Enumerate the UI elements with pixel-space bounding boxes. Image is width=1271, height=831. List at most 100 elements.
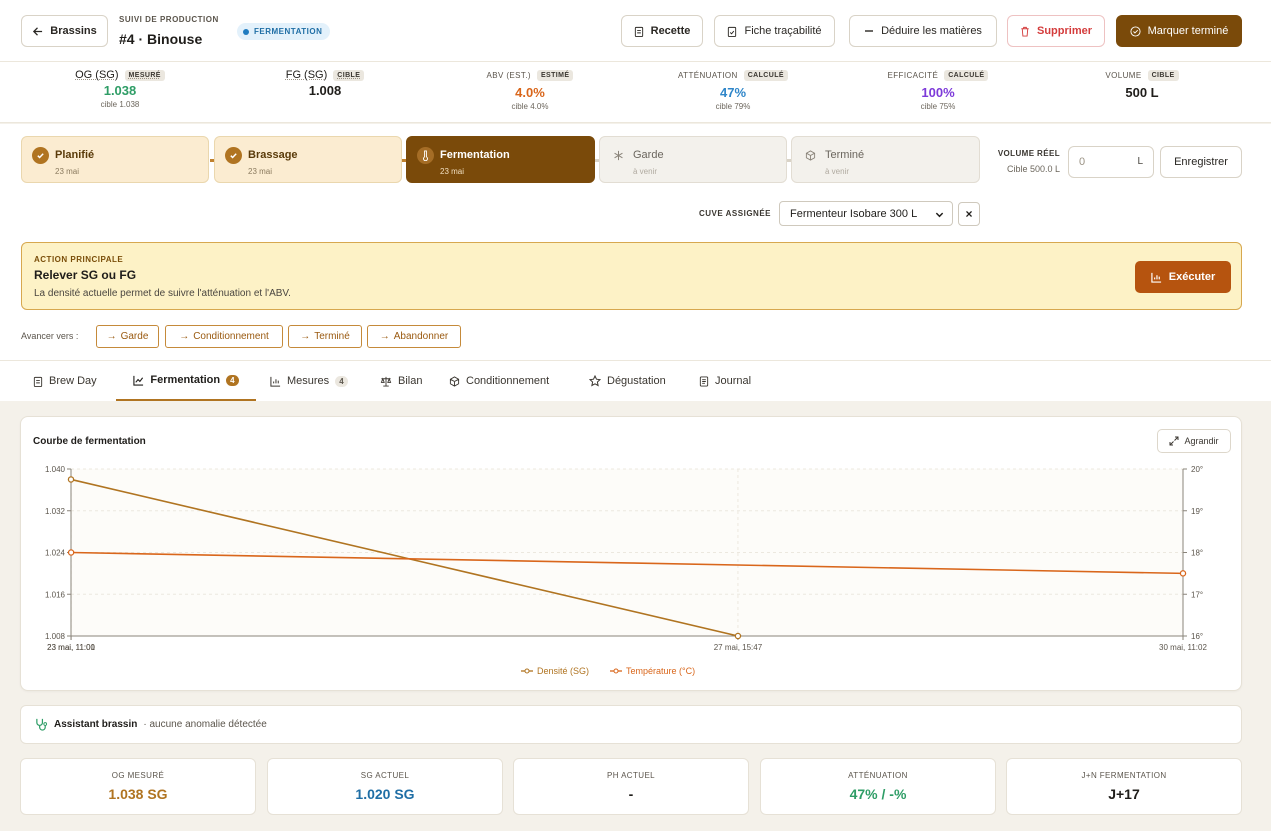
advance-garde-button[interactable]: → Garde — [96, 325, 159, 348]
tab-label: Dégustation — [607, 375, 666, 387]
tab-conditionnement[interactable]: Conditionnement — [449, 361, 549, 401]
step-label: Fermentation — [440, 149, 510, 161]
tab-brew-day[interactable]: Brew Day — [33, 361, 97, 401]
y2-tick-label: 18° — [1191, 549, 1203, 558]
step-label: Brassage — [248, 149, 298, 161]
step-date: à venir — [825, 167, 850, 176]
notebook-icon — [699, 375, 709, 387]
kpi-value: 1.020 SG — [355, 786, 415, 802]
advance-target-label: Garde — [120, 331, 149, 342]
action-description: La densité actuelle permet de suivre l'a… — [34, 288, 291, 299]
back-button[interactable]: Brassins — [21, 15, 108, 47]
arrow-right-icon: → — [379, 331, 390, 342]
tab-bar: Brew Day Fermentation 4 Mesures 4 Bilan Co… — [0, 360, 1271, 401]
step-label: Garde — [633, 149, 664, 161]
tank-selected-value: Fermenteur Isobare 300 L — [790, 208, 918, 220]
recipe-label: Recette — [650, 25, 691, 37]
real-volume-input[interactable]: 0L — [1068, 146, 1154, 178]
tab-mesures[interactable]: Mesures 4 — [270, 361, 348, 401]
tab-bilan[interactable]: Bilan — [380, 361, 422, 401]
save-volume-label: Enregistrer — [1174, 156, 1228, 168]
advance-conditionnement-button[interactable]: → Conditionnement — [165, 325, 283, 348]
status-badge: FERMENTATION — [237, 23, 331, 40]
status-dot-icon — [243, 28, 249, 35]
kpi-attenuation: ATTÉNUATION 47% / -% — [760, 758, 996, 815]
y-tick-label: 1.016 — [45, 590, 66, 599]
mark-finished-button[interactable]: Marquer terminé — [1116, 15, 1242, 47]
arrow-left-icon — [33, 26, 43, 36]
real-volume-label: VOLUME RÉEL — [997, 149, 1060, 158]
package-icon — [449, 375, 460, 387]
stat-tag: ESTIMÉ — [536, 70, 574, 81]
tab-journal[interactable]: Journal — [699, 361, 751, 401]
save-volume-button[interactable]: Enregistrer — [1160, 146, 1242, 178]
stat-label: EFFICACITÉ CALCULÉ — [863, 70, 1013, 81]
tab-degustation[interactable]: Dégustation — [589, 361, 666, 401]
stat-target: cible 79% — [715, 102, 751, 111]
step-date: 23 mai — [55, 167, 80, 176]
scale-icon — [380, 376, 392, 387]
stat-label-text: FG (SG) — [285, 69, 328, 81]
page-title: #4 · Binouse — [119, 31, 203, 47]
data-point — [1179, 570, 1187, 577]
stat-tag: CIBLE — [333, 69, 365, 81]
stat-attenuation: ATTÉNUATION CALCULÉ 47% cible 79% — [658, 62, 808, 111]
delete-label: Supprimer — [1036, 25, 1092, 37]
data-point — [734, 632, 742, 640]
step-termine[interactable]: Terminé à venir — [791, 136, 980, 183]
tank-select[interactable]: Fermenteur Isobare 300 L — [779, 201, 953, 226]
x-tick-label: 30 mai, 11:02 — [1159, 643, 1207, 652]
kpi-label: J+N FERMENTATION — [1081, 771, 1167, 780]
stat-label-text: VOLUME — [1105, 71, 1142, 80]
top-bar: Brassins SUIVI DE PRODUCTION #4 · Binous… — [0, 0, 1271, 62]
y-tick-label: 1.040 — [45, 465, 66, 474]
kpi-value: - — [628, 786, 634, 802]
stat-target: cible 1.038 — [100, 100, 140, 109]
clipboard-check-icon — [728, 26, 737, 37]
action-title: Relever SG ou FG — [34, 268, 137, 282]
kpi-label: OG MESURÉ — [111, 771, 165, 780]
real-volume-target: Cible 500.0 L — [1006, 164, 1060, 174]
check-icon — [32, 147, 49, 164]
real-volume-unit: L — [1137, 156, 1143, 167]
recipe-button[interactable]: Recette — [621, 15, 703, 47]
traceability-button[interactable]: Fiche traçabilité — [714, 15, 835, 47]
deduct-label: Déduire les matières — [881, 25, 982, 37]
y-tick-label: 1.032 — [45, 507, 66, 516]
stat-tag: CALCULÉ — [944, 70, 989, 81]
step-garde[interactable]: Garde à venir — [599, 136, 787, 183]
clear-tank-button[interactable]: × — [958, 202, 980, 226]
y2-tick-label: 19° — [1191, 507, 1203, 516]
legend-marker — [524, 668, 530, 674]
execute-button[interactable]: Exécuter — [1135, 261, 1231, 293]
traceability-label: Fiche traçabilité — [744, 25, 822, 37]
advance-termine-button[interactable]: → Terminé — [288, 325, 362, 348]
stat-tag: CALCULÉ — [743, 70, 788, 81]
delete-button[interactable]: Supprimer — [1007, 15, 1105, 47]
step-planifie[interactable]: Planifié 23 mai — [21, 136, 209, 183]
kpi-og-mesure: OG MESURÉ 1.038 SG — [20, 758, 256, 815]
kpi-sg-actuel: SG ACTUEL 1.020 SG — [267, 758, 503, 815]
tab-fermentation[interactable]: Fermentation 4 — [116, 361, 256, 401]
advance-abandonner-button[interactable]: → Abandonner — [367, 325, 461, 348]
step-brassage[interactable]: Brassage 23 mai — [214, 136, 402, 183]
step-label: Planifié — [55, 149, 95, 161]
kpi-value: J+17 — [1108, 786, 1140, 802]
tab-count-badge: 4 — [226, 374, 239, 386]
check-circle-icon — [1130, 25, 1141, 37]
stat-target: cible 4.0% — [511, 102, 549, 111]
stat-label: OG (SG) MESURÉ — [45, 69, 195, 81]
step-fermentation[interactable]: Fermentation 23 mai — [406, 136, 595, 183]
advance-target-label: Conditionnement — [193, 331, 269, 342]
stat-value: 47% — [719, 85, 747, 100]
tab-label: Bilan — [398, 375, 423, 387]
tab-label: Conditionnement — [466, 375, 550, 387]
stat-tag: MESURÉ — [124, 69, 165, 81]
stat-label: FG (SG) CIBLE — [250, 69, 400, 81]
tab-label: Brew Day — [49, 375, 97, 387]
legend-marker — [613, 668, 619, 674]
stat-og: OG (SG) MESURÉ 1.038 cible 1.038 — [45, 62, 195, 109]
x-tick-label: 23 mai, 11:01 — [47, 643, 95, 652]
bar-chart-icon — [270, 376, 281, 387]
deduct-materials-button[interactable]: Déduire les matières — [849, 15, 997, 47]
